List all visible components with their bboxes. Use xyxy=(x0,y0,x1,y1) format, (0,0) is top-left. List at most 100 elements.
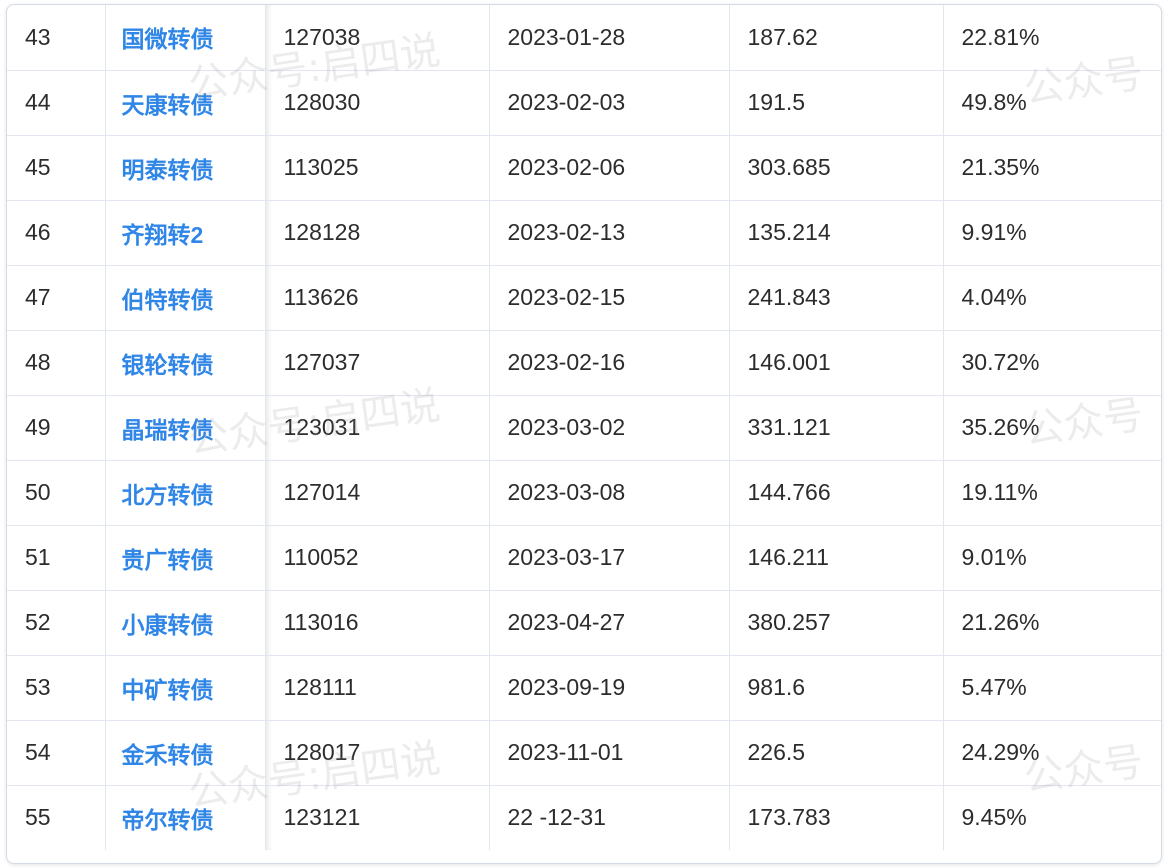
percent-cell: 9.45% xyxy=(961,804,1027,831)
row-index-cell: 52 xyxy=(7,590,106,656)
bond-name-link[interactable]: 北方转债 xyxy=(122,482,214,508)
bond-code-cell: 113025 xyxy=(264,135,490,201)
bond-code-cell: 127014 xyxy=(264,460,490,526)
date-cell: 2023-04-27 xyxy=(489,590,730,656)
bond-name-cell: 北方转债 xyxy=(105,460,266,526)
percent-cell: 22.81% xyxy=(943,5,1161,71)
value-cell: 303.685 xyxy=(729,135,944,201)
bond-name-link[interactable]: 帝尔转债 xyxy=(122,807,214,833)
bond-code-cell: 127037 xyxy=(264,330,490,396)
table-row: 54 金禾转债 128017 2023-11-01 226.5 24.29% xyxy=(7,720,1161,786)
value-cell: 241.843 xyxy=(729,265,944,331)
percent-cell: 5.47% xyxy=(943,655,1161,721)
date-cell: 22 -12-31 xyxy=(489,785,730,850)
percent-cell: 19.11% xyxy=(943,460,1161,526)
bond-name-cell: 帝尔转债 xyxy=(105,785,266,850)
bond-name-link[interactable]: 国微转债 xyxy=(122,26,214,52)
percent-cell: 30.72% xyxy=(943,330,1161,396)
table-row: 45 明泰转债 113025 2023-02-06 303.685 21.35% xyxy=(7,135,1161,201)
date-cell: 2023-03-02 xyxy=(489,395,730,461)
bond-name-cell: 中矿转债 xyxy=(105,655,266,721)
bond-code-cell: 128030 xyxy=(264,70,490,136)
row-index-cell: 53 xyxy=(7,655,106,721)
bond-name-link[interactable]: 金禾转债 xyxy=(122,742,214,768)
bond-name-cell: 贵广转债 xyxy=(105,525,266,591)
row-index-cell: 55 xyxy=(7,785,106,850)
row-index-cell: 54 xyxy=(7,720,106,786)
bond-code-cell: 128111 xyxy=(264,655,490,721)
value-cell: 331.121 xyxy=(729,395,944,461)
bond-code-cell: 128128 xyxy=(264,200,490,266)
row-index-cell: 51 xyxy=(7,525,106,591)
value-cell: 173.783 xyxy=(729,785,944,850)
bond-code-cell: 113016 xyxy=(264,590,490,656)
date-cell: 2023-02-03 xyxy=(489,70,730,136)
percent-cell: 49.8% xyxy=(943,70,1161,136)
table-row: 50 北方转债 127014 2023-03-08 144.766 19.11% xyxy=(7,460,1161,526)
date-cell: 2023-02-13 xyxy=(489,200,730,266)
bond-table-body: 43 国微转债 127038 2023-01-28 187.62 22.81% 44 天康转债… xyxy=(7,5,1161,850)
bond-table: 43 国微转债 127038 2023-01-28 187.62 22.81% 44 天康转债… xyxy=(7,5,1161,850)
table-row: 43 国微转债 127038 2023-01-28 187.62 22.81% xyxy=(7,5,1161,71)
bond-code-cell: 127038 xyxy=(264,5,490,71)
bond-code-cell: 110052 xyxy=(264,525,490,591)
bond-code-cell: 128017 xyxy=(264,720,490,786)
table-row: 51 贵广转债 110052 2023-03-17 146.211 9.01% xyxy=(7,525,1161,591)
bond-code-cell: 123121 xyxy=(264,785,490,850)
percent-cell: 9.91% xyxy=(943,200,1161,266)
table-row: 44 天康转债 128030 2023-02-03 191.5 49.8% xyxy=(7,70,1161,136)
value-cell: 187.62 xyxy=(729,5,944,71)
row-index-cell: 50 xyxy=(7,460,106,526)
percent-cell: 9.01% xyxy=(943,525,1161,591)
bond-name-link[interactable]: 小康转债 xyxy=(122,612,214,638)
row-index-cell: 44 xyxy=(7,70,106,136)
table-row: 52 小康转债 113016 2023-04-27 380.257 21.26% xyxy=(7,590,1161,656)
bond-name-cell: 金禾转债 xyxy=(105,720,266,786)
bond-name-link[interactable]: 银轮转债 xyxy=(122,352,214,378)
bond-name-link[interactable]: 晶瑞转债 xyxy=(122,417,214,443)
table-row: 46 齐翔转2 128128 2023-02-13 135.214 9.91% xyxy=(7,200,1161,266)
bond-name-link[interactable]: 天康转债 xyxy=(122,92,214,118)
date-cell: 2023-02-16 xyxy=(489,330,730,396)
bond-name-cell: 伯特转债 xyxy=(105,265,266,331)
date-cell: 2023-09-19 xyxy=(489,655,730,721)
date-cell: 2023-03-08 xyxy=(489,460,730,526)
value-cell: 146.001 xyxy=(729,330,944,396)
row-index-cell: 49 xyxy=(7,395,106,461)
bond-name-cell: 天康转债 xyxy=(105,70,266,136)
table-row: 55 帝尔转债 123121 22 -12-31 173.783 9.45% xyxy=(7,785,1161,850)
bond-name-link[interactable]: 齐翔转2 xyxy=(122,222,204,248)
date-cell: 2023-02-06 xyxy=(489,135,730,201)
date-cell: 2023-03-17 xyxy=(489,525,730,591)
row-index-cell: 46 xyxy=(7,200,106,266)
row-index-cell: 43 xyxy=(7,5,106,71)
value-cell: 981.6 xyxy=(729,655,944,721)
bond-name-link[interactable]: 伯特转债 xyxy=(122,287,214,313)
row-index-cell: 47 xyxy=(7,265,106,331)
bond-code-cell: 123031 xyxy=(264,395,490,461)
percent-cell: 35.26% xyxy=(943,395,1161,461)
bond-name-cell: 晶瑞转债 xyxy=(105,395,266,461)
table-row: 53 中矿转债 128111 2023-09-19 981.6 5.47% xyxy=(7,655,1161,721)
value-cell: 135.214 xyxy=(729,200,944,266)
date-cell: 2023-02-15 xyxy=(489,265,730,331)
value-cell: 226.5 xyxy=(729,720,944,786)
bond-name-cell: 银轮转债 xyxy=(105,330,266,396)
bond-name-cell: 明泰转债 xyxy=(105,135,266,201)
table-row: 47 伯特转债 113626 2023-02-15 241.843 4.04% xyxy=(7,265,1161,331)
date-cell: 2023-11-01 xyxy=(489,720,730,786)
bond-name-link[interactable]: 贵广转债 xyxy=(122,547,214,573)
percent-cell: 4.04% xyxy=(943,265,1161,331)
data-table-panel: 43 国微转债 127038 2023-01-28 187.62 22.81% 44 天康转债… xyxy=(6,4,1162,864)
percent-cell: 24.29% xyxy=(943,720,1161,786)
bond-name-cell: 齐翔转2 xyxy=(105,200,266,266)
row-index-cell: 48 xyxy=(7,330,106,396)
bond-name-cell: 国微转债 xyxy=(105,5,266,71)
date-cell: 2023-01-28 xyxy=(489,5,730,71)
bond-name-link[interactable]: 明泰转债 xyxy=(122,157,214,183)
value-cell: 146.211 xyxy=(729,525,944,591)
row-index-cell: 45 xyxy=(7,135,106,201)
bond-name-link[interactable]: 中矿转债 xyxy=(122,677,214,703)
value-cell: 380.257 xyxy=(729,590,944,656)
bond-name-cell: 小康转债 xyxy=(105,590,266,656)
